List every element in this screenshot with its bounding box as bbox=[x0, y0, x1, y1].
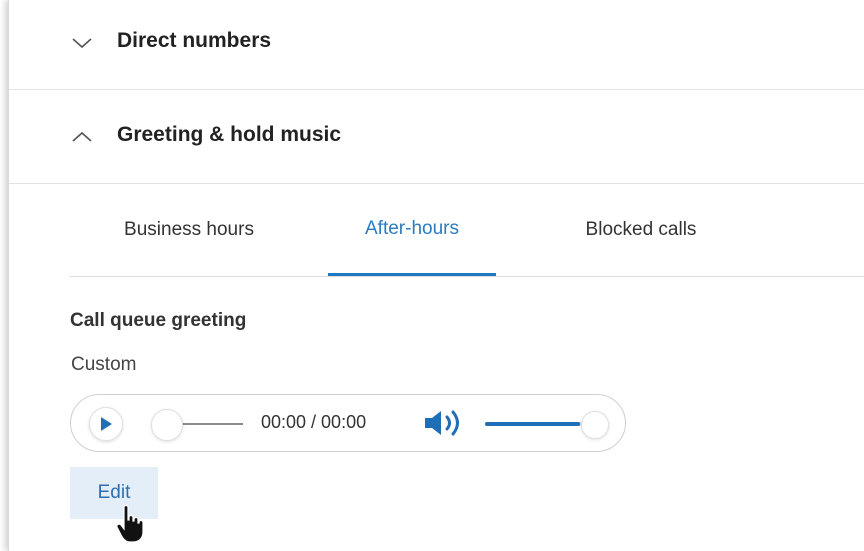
seek-slider-thumb[interactable] bbox=[151, 409, 183, 441]
call-queue-greeting-label: Call queue greeting bbox=[70, 310, 247, 331]
greeting-section-title: Greeting & hold music bbox=[117, 123, 342, 146]
play-icon bbox=[101, 417, 112, 431]
hand-cursor-icon bbox=[116, 504, 144, 543]
tab-business-hours[interactable]: Business hours bbox=[70, 184, 308, 276]
greeting-type-value: Custom bbox=[71, 354, 137, 375]
greeting-section-header[interactable]: Greeting & hold music bbox=[9, 90, 864, 184]
volume-icon[interactable] bbox=[423, 408, 467, 438]
chevron-down-icon bbox=[72, 38, 92, 49]
chevron-up-icon bbox=[72, 131, 92, 142]
tab-blocked-calls[interactable]: Blocked calls bbox=[546, 184, 736, 276]
volume-track[interactable] bbox=[485, 422, 585, 426]
volume-slider-thumb[interactable] bbox=[581, 411, 609, 439]
direct-numbers-title: Direct numbers bbox=[117, 29, 272, 52]
settings-panel: Direct numbers Greeting & hold music Bus… bbox=[8, 0, 864, 551]
play-button[interactable] bbox=[89, 407, 123, 441]
playback-time: 00:00 / 00:00 bbox=[261, 412, 367, 432]
greeting-tabs: Business hours After-hours Blocked calls bbox=[70, 184, 864, 277]
direct-numbers-section-header[interactable]: Direct numbers bbox=[9, 0, 864, 90]
tab-after-hours[interactable]: After-hours bbox=[328, 184, 496, 276]
volume-level bbox=[485, 422, 580, 426]
audio-player: 00:00 / 00:00 bbox=[70, 394, 626, 452]
page: Direct numbers Greeting & hold music Bus… bbox=[0, 0, 864, 551]
